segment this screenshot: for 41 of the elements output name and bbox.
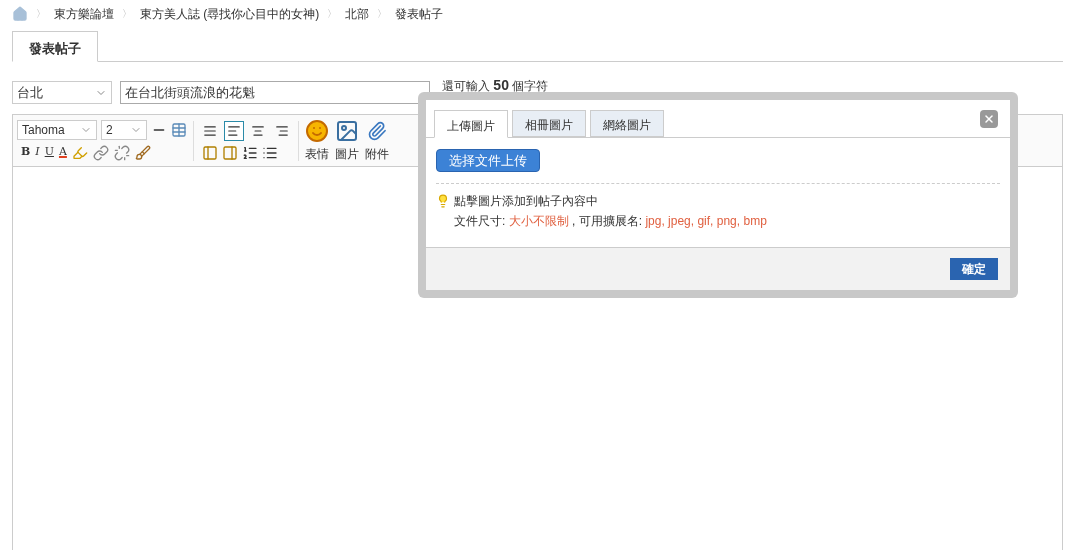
upload-button[interactable]: 选择文件上传 — [436, 149, 540, 172]
toolbar-button[interactable]: 圖片 — [335, 118, 359, 163]
separator-icon: 〉 — [327, 6, 338, 21]
format-button[interactable]: A — [58, 144, 67, 161]
close-button[interactable] — [980, 110, 998, 128]
smiley-icon — [305, 118, 329, 143]
paperclip-icon — [367, 120, 387, 141]
ordered-list-icon[interactable] — [242, 144, 258, 161]
confirm-button[interactable]: 確定 — [950, 258, 998, 280]
toolbar-button[interactable]: 附件 — [365, 118, 389, 163]
unlink-icon[interactable] — [113, 144, 130, 161]
align-button[interactable] — [224, 120, 244, 141]
dialog-tab[interactable]: 網絡圖片 — [590, 110, 664, 137]
dialog-tab[interactable]: 上傳圖片 — [434, 110, 508, 138]
highlighter-icon[interactable] — [71, 144, 88, 161]
separator-icon: 〉 — [36, 6, 46, 21]
breadcrumb-link[interactable]: 東方美人誌 (尋找你心目中的女神) — [140, 4, 320, 23]
size-select[interactable]: 2 — [101, 120, 147, 141]
file-info-text: 文件尺寸: 大小不限制 , 可用擴展名: jpg, jpeg, gif, png, bmp — [453, 213, 768, 230]
title-input[interactable]: 在台北街頭流浪的花魁 — [120, 81, 430, 104]
picture-icon — [335, 118, 359, 143]
lightbulb-icon — [436, 194, 450, 208]
breadcrumb-link[interactable]: 東方樂論壇 — [54, 4, 114, 23]
breadcrumb-link[interactable]: 北部 — [345, 4, 370, 23]
breadcrumb-link[interactable]: 發表帖子 — [395, 4, 444, 23]
table-icon[interactable] — [171, 122, 187, 139]
category-select[interactable]: 台北 — [12, 81, 112, 104]
format-button[interactable]: B — [21, 144, 31, 161]
separator-icon: 〉 — [122, 6, 132, 21]
format-button[interactable]: I — [35, 144, 40, 161]
hint-text: 點擊圖片添加到帖子內容中 — [454, 193, 598, 210]
format-button[interactable]: U — [44, 144, 54, 161]
char-counter: 還可輸入 50 個字符 — [442, 79, 549, 92]
close-icon — [983, 113, 995, 125]
tab[interactable]: 發表帖子 — [12, 31, 98, 62]
toolbar-button[interactable]: 表情 — [305, 118, 329, 163]
dialog-tab[interactable]: 相冊圖片 — [512, 110, 586, 137]
font-select[interactable]: Tahoma — [17, 120, 97, 141]
separator-icon: 〉 — [377, 6, 388, 21]
link-icon[interactable] — [92, 144, 109, 161]
brush-icon[interactable] — [134, 144, 151, 161]
